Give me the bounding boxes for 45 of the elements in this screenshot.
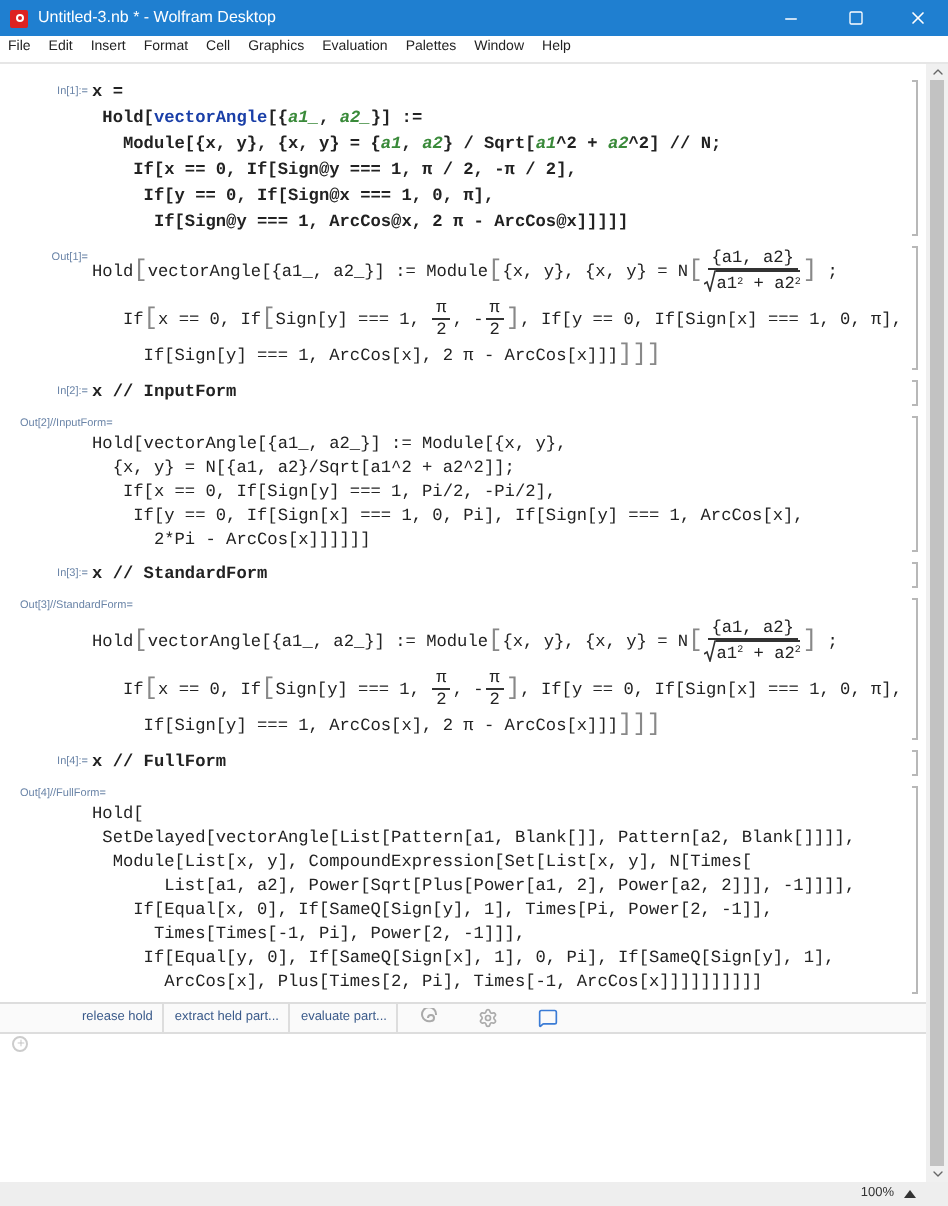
code-line: ArcCos[x], Plus[Times[2, Pi], Times[-1, ArcCos[x]]]]]]]]]] [162, 969, 763, 994]
cell-bracket[interactable] [912, 562, 918, 589]
code-line: Hold[vectorAngle[{a1_, a2_}] := Module[{x, y}, [92, 432, 567, 457]
zoom-menu-icon[interactable] [904, 1190, 916, 1198]
app-icon [10, 9, 28, 27]
code-line: If[Sign[y] === 1, ArcCos[x], 2 π - ArcCos[x]]]]]] [141, 342, 662, 370]
maximize-icon[interactable] [848, 10, 864, 26]
scrollbar[interactable] [926, 64, 948, 1182]
code-line: Hold[vectorAngle[{a1_, a2_}] := [100, 106, 423, 132]
code-line: If[Sign[y] === 1, ArcCos[x], 2 π - ArcCos[x]]]]]] [141, 711, 662, 739]
code-line: Module[List[x, y], CompoundExpression[Set[List[x, y], N[Times[ [110, 849, 753, 874]
code-line: SetDelayed[vectorAngle[List[Pattern[a1, Blank[]], Pattern[a2, Blank[]]]], [100, 825, 856, 850]
code-line: If[y == 0, If[Sign@x === 1, 0, π], [141, 184, 495, 210]
code-line: x // InputForm [92, 380, 237, 406]
scrollbar-thumb[interactable] [930, 80, 944, 1166]
code-line: If[y == 0, If[Sign[x] === 1, 0, Pi], If[Sign[y] === 1, ArcCos[x], [131, 504, 804, 529]
chat-icon[interactable] [538, 1007, 559, 1028]
code-line: If[Equal[y, 0], If[SameQ[Sign[x], 1], 0, Pi], If[SameQ[Sign[y], 1], [141, 945, 835, 970]
cell-bracket[interactable] [912, 80, 918, 236]
add-cell-button[interactable] [12, 1035, 28, 1052]
code-line: {x, y} = N[{a1, a2}/Sqrt[a1^2 + a2^2]]; [110, 456, 515, 481]
code-line: If[x == 0, If[Sign@y === 1, π / 2, -π / 2], [131, 158, 577, 184]
code-line: Hold[ [92, 801, 144, 826]
settings-icon[interactable] [478, 1007, 499, 1028]
scroll-up-icon[interactable] [929, 64, 945, 80]
code-line: x // FullForm [92, 749, 227, 775]
cell-bracket[interactable] [912, 749, 918, 775]
code-line: x = [92, 80, 123, 106]
window-title: Untitled-3.nb * - Wolfram Desktop [38, 6, 279, 30]
cell-bracket[interactable] [912, 416, 918, 553]
cell-bracket[interactable] [912, 785, 918, 994]
cell-bracket[interactable] [912, 246, 918, 370]
code-line: x // StandardForm [92, 562, 268, 589]
code-line: Module[{x, y}, {x, y} = {a1, a2} / Sqrt[a1^2 + a2^2] // N; [120, 132, 722, 158]
swirl-icon[interactable] [418, 1007, 439, 1028]
cell-bracket[interactable] [912, 598, 918, 739]
code-line: List[a1, a2], Power[Sqrt[Plus[Power[a1, 2], Power[a2, 2]]], -1]]]], [162, 873, 856, 898]
code-line: If[Equal[x, 0], If[SameQ[Sign[y], 1], Times[Pi, Power[2, -1]], [131, 897, 773, 922]
code-line: If[x == 0, If[Sign[y] === 1, Pi/2, -Pi/2], [120, 480, 557, 505]
code-line: If[Sign@y === 1, ArcCos@x, 2 π - ArcCos@x]]]]] [151, 210, 629, 236]
scroll-down-icon[interactable] [929, 1166, 945, 1182]
cell-bracket[interactable] [912, 380, 918, 406]
code-line: Times[Times[-1, Pi], Power[2, -1]]], [151, 921, 526, 946]
close-icon[interactable] [908, 8, 928, 28]
code-line: 2*Pi - ArcCos[x]]]]]] [151, 528, 371, 553]
